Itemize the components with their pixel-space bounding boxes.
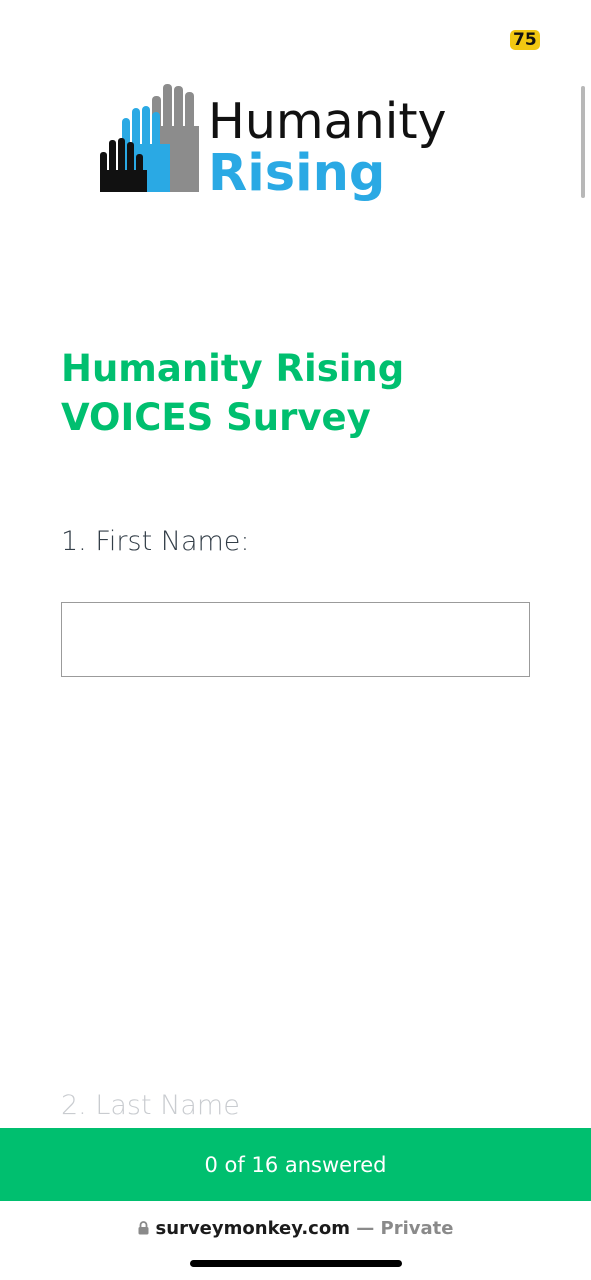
url-line[interactable]: surveymonkey.com — Private xyxy=(0,1218,591,1239)
progress-text: 0 of 16 answered xyxy=(204,1152,387,1177)
humanity-rising-logo: Humanity Rising xyxy=(100,82,480,208)
browser-url-bar[interactable]: surveymonkey.com — Private xyxy=(0,1201,591,1280)
raised-hands-icon xyxy=(100,84,199,192)
logo-word-humanity: Humanity xyxy=(208,93,447,150)
question-1-label: 1. First Name: xyxy=(61,526,250,557)
question-2-label[interactable]: 2. Last Name xyxy=(61,1088,240,1124)
first-name-input[interactable] xyxy=(61,602,530,677)
scroll-indicator[interactable] xyxy=(581,86,585,198)
progress-bar: 0 of 16 answered xyxy=(0,1128,591,1201)
lock-icon xyxy=(138,1221,149,1235)
url-domain: surveymonkey.com xyxy=(155,1218,350,1239)
notification-badge: 75 xyxy=(510,30,540,50)
home-indicator[interactable] xyxy=(190,1260,402,1267)
url-private-label: — Private xyxy=(349,1218,454,1239)
logo-word-rising: Rising xyxy=(208,144,386,203)
survey-title: Humanity Rising VOICES Survey xyxy=(61,347,405,439)
